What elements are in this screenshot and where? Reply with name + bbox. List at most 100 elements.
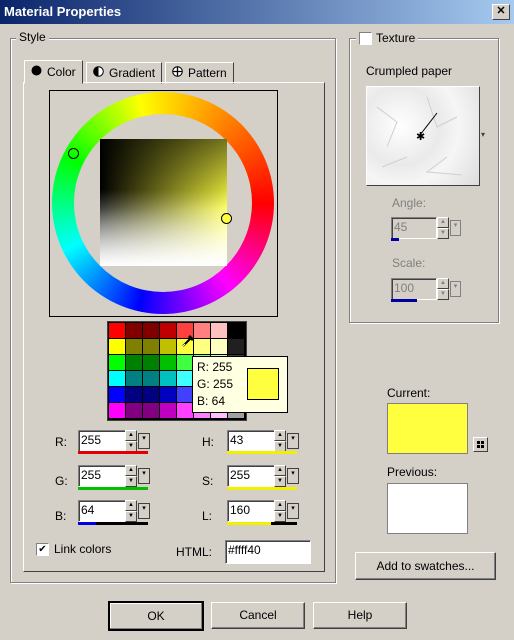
g-label: G: [55,474,68,488]
help-button[interactable]: Help [313,602,407,629]
hue-marker[interactable] [68,148,79,159]
texture-preview[interactable]: ✱ [366,86,480,186]
title-bar: Material Properties ✕ [0,0,514,24]
swatch-cell[interactable] [109,339,125,354]
swatch-cell[interactable] [228,323,244,338]
close-button[interactable]: ✕ [492,4,510,20]
l-label: L: [202,509,213,523]
crosshair-circle-icon [172,63,183,83]
r-dropdown-icon[interactable]: ▾ [138,433,150,449]
saturation-lightness-square[interactable] [100,139,227,266]
scale-slider-bar[interactable] [391,299,417,302]
swatch-cell[interactable] [143,339,159,354]
b-input[interactable]: 64 [78,500,126,522]
swatch-cell[interactable] [143,387,159,402]
current-color-swatch [387,403,468,454]
l-spinner[interactable]: ▲ ▼ [274,500,286,522]
tab-color[interactable]: Color [24,60,83,84]
swatch-cell[interactable] [160,339,176,354]
b-label: B: [55,509,67,523]
angle-spinner[interactable]: ▲ ▼ [437,217,449,239]
swatch-cell[interactable] [143,355,159,370]
swatch-cell[interactable] [126,371,142,386]
s-input[interactable]: 255 [227,465,275,487]
swatch-cell[interactable] [177,371,193,386]
h-input[interactable]: 43 [227,430,275,452]
tab-pattern[interactable]: Pattern [165,62,234,84]
g-dropdown-icon[interactable]: ▾ [138,468,150,484]
r-slider-bar[interactable] [78,451,148,454]
swatch-cell[interactable] [160,387,176,402]
swatch-cell[interactable] [126,323,142,338]
swatch-cell[interactable] [109,323,125,338]
tooltip-b: B: 64 [197,394,226,408]
g-slider-bar[interactable] [78,487,148,490]
angle-slider-bar[interactable] [391,238,399,241]
angle-label: Angle: [392,196,427,210]
tooltip-color-swatch [247,368,279,400]
swatch-cell[interactable] [126,403,142,418]
l-slider-bar[interactable] [227,522,271,525]
scale-label: Scale: [392,256,426,270]
tab-gradient[interactable]: Gradient [86,62,163,84]
link-colors-checkbox[interactable]: ✔ [36,543,49,556]
h-slider-bar[interactable] [227,451,297,454]
filled-circle-icon [31,62,42,82]
swatch-cell[interactable] [228,339,244,354]
texture-label: Texture [376,31,416,45]
s-spinner[interactable]: ▲ ▼ [274,465,286,487]
swatch-cell[interactable] [109,355,125,370]
swatch-cell[interactable] [177,403,193,418]
cancel-button[interactable]: Cancel [211,602,305,629]
scale-input[interactable]: 100 [391,278,437,300]
html-input[interactable]: #ffff40 [225,540,311,564]
tab-pattern-label: Pattern [188,66,227,80]
sl-marker[interactable] [221,213,232,224]
angle-input[interactable]: 45 [391,217,437,239]
h-dropdown-icon[interactable]: ▾ [287,433,299,449]
ok-button[interactable]: OK [108,601,204,631]
b-slider-bar[interactable] [78,522,96,525]
h-spinner[interactable]: ▲ ▼ [274,430,286,452]
scale-spinner[interactable]: ▲ ▼ [437,278,449,300]
scale-dropdown-icon[interactable]: ▾ [450,281,461,297]
swatch-cell[interactable] [211,323,227,338]
swatch-cell[interactable] [143,323,159,338]
swatch-cell[interactable] [109,403,125,418]
texture-dropdown-arrow-icon[interactable]: ▾ [479,86,487,184]
swatch-cell[interactable] [211,339,227,354]
swatch-cell[interactable] [143,403,159,418]
s-slider-bar[interactable] [227,487,297,490]
b-dropdown-icon[interactable]: ▾ [138,503,150,519]
texture-checkbox[interactable] [359,31,372,45]
swatch-cell[interactable] [160,403,176,418]
swatch-cell[interactable] [160,371,176,386]
s-dropdown-icon[interactable]: ▾ [287,468,299,484]
eyedropper-cursor-icon [180,331,198,352]
b-spinner[interactable]: ▲ ▼ [125,500,137,522]
swatch-cell[interactable] [177,387,193,402]
g-spinner[interactable]: ▲ ▼ [125,465,137,487]
r-input[interactable]: 255 [78,430,126,452]
r-spinner[interactable]: ▲ ▼ [125,430,137,452]
tooltip-r: R: 255 [197,360,233,374]
r-label: R: [55,435,67,449]
l-slider-track [271,522,297,525]
l-input[interactable]: 160 [227,500,275,522]
swatch-cell[interactable] [177,355,193,370]
swatch-cell[interactable] [126,387,142,402]
swatch-cell[interactable] [109,371,125,386]
swatch-cell[interactable] [160,323,176,338]
g-input[interactable]: 255 [78,465,126,487]
swatch-cell[interactable] [126,355,142,370]
add-to-swatches-button[interactable]: Add to swatches... [355,552,496,580]
swatch-cell[interactable] [109,387,125,402]
style-group-label: Style [16,30,49,44]
swatch-cell[interactable] [126,339,142,354]
svg-text:✱: ✱ [416,130,425,143]
swatch-cell[interactable] [143,371,159,386]
swatch-grid-icon[interactable] [473,437,488,452]
l-dropdown-icon[interactable]: ▾ [287,503,299,519]
angle-dropdown-icon[interactable]: ▾ [450,220,461,236]
swatch-cell[interactable] [160,355,176,370]
